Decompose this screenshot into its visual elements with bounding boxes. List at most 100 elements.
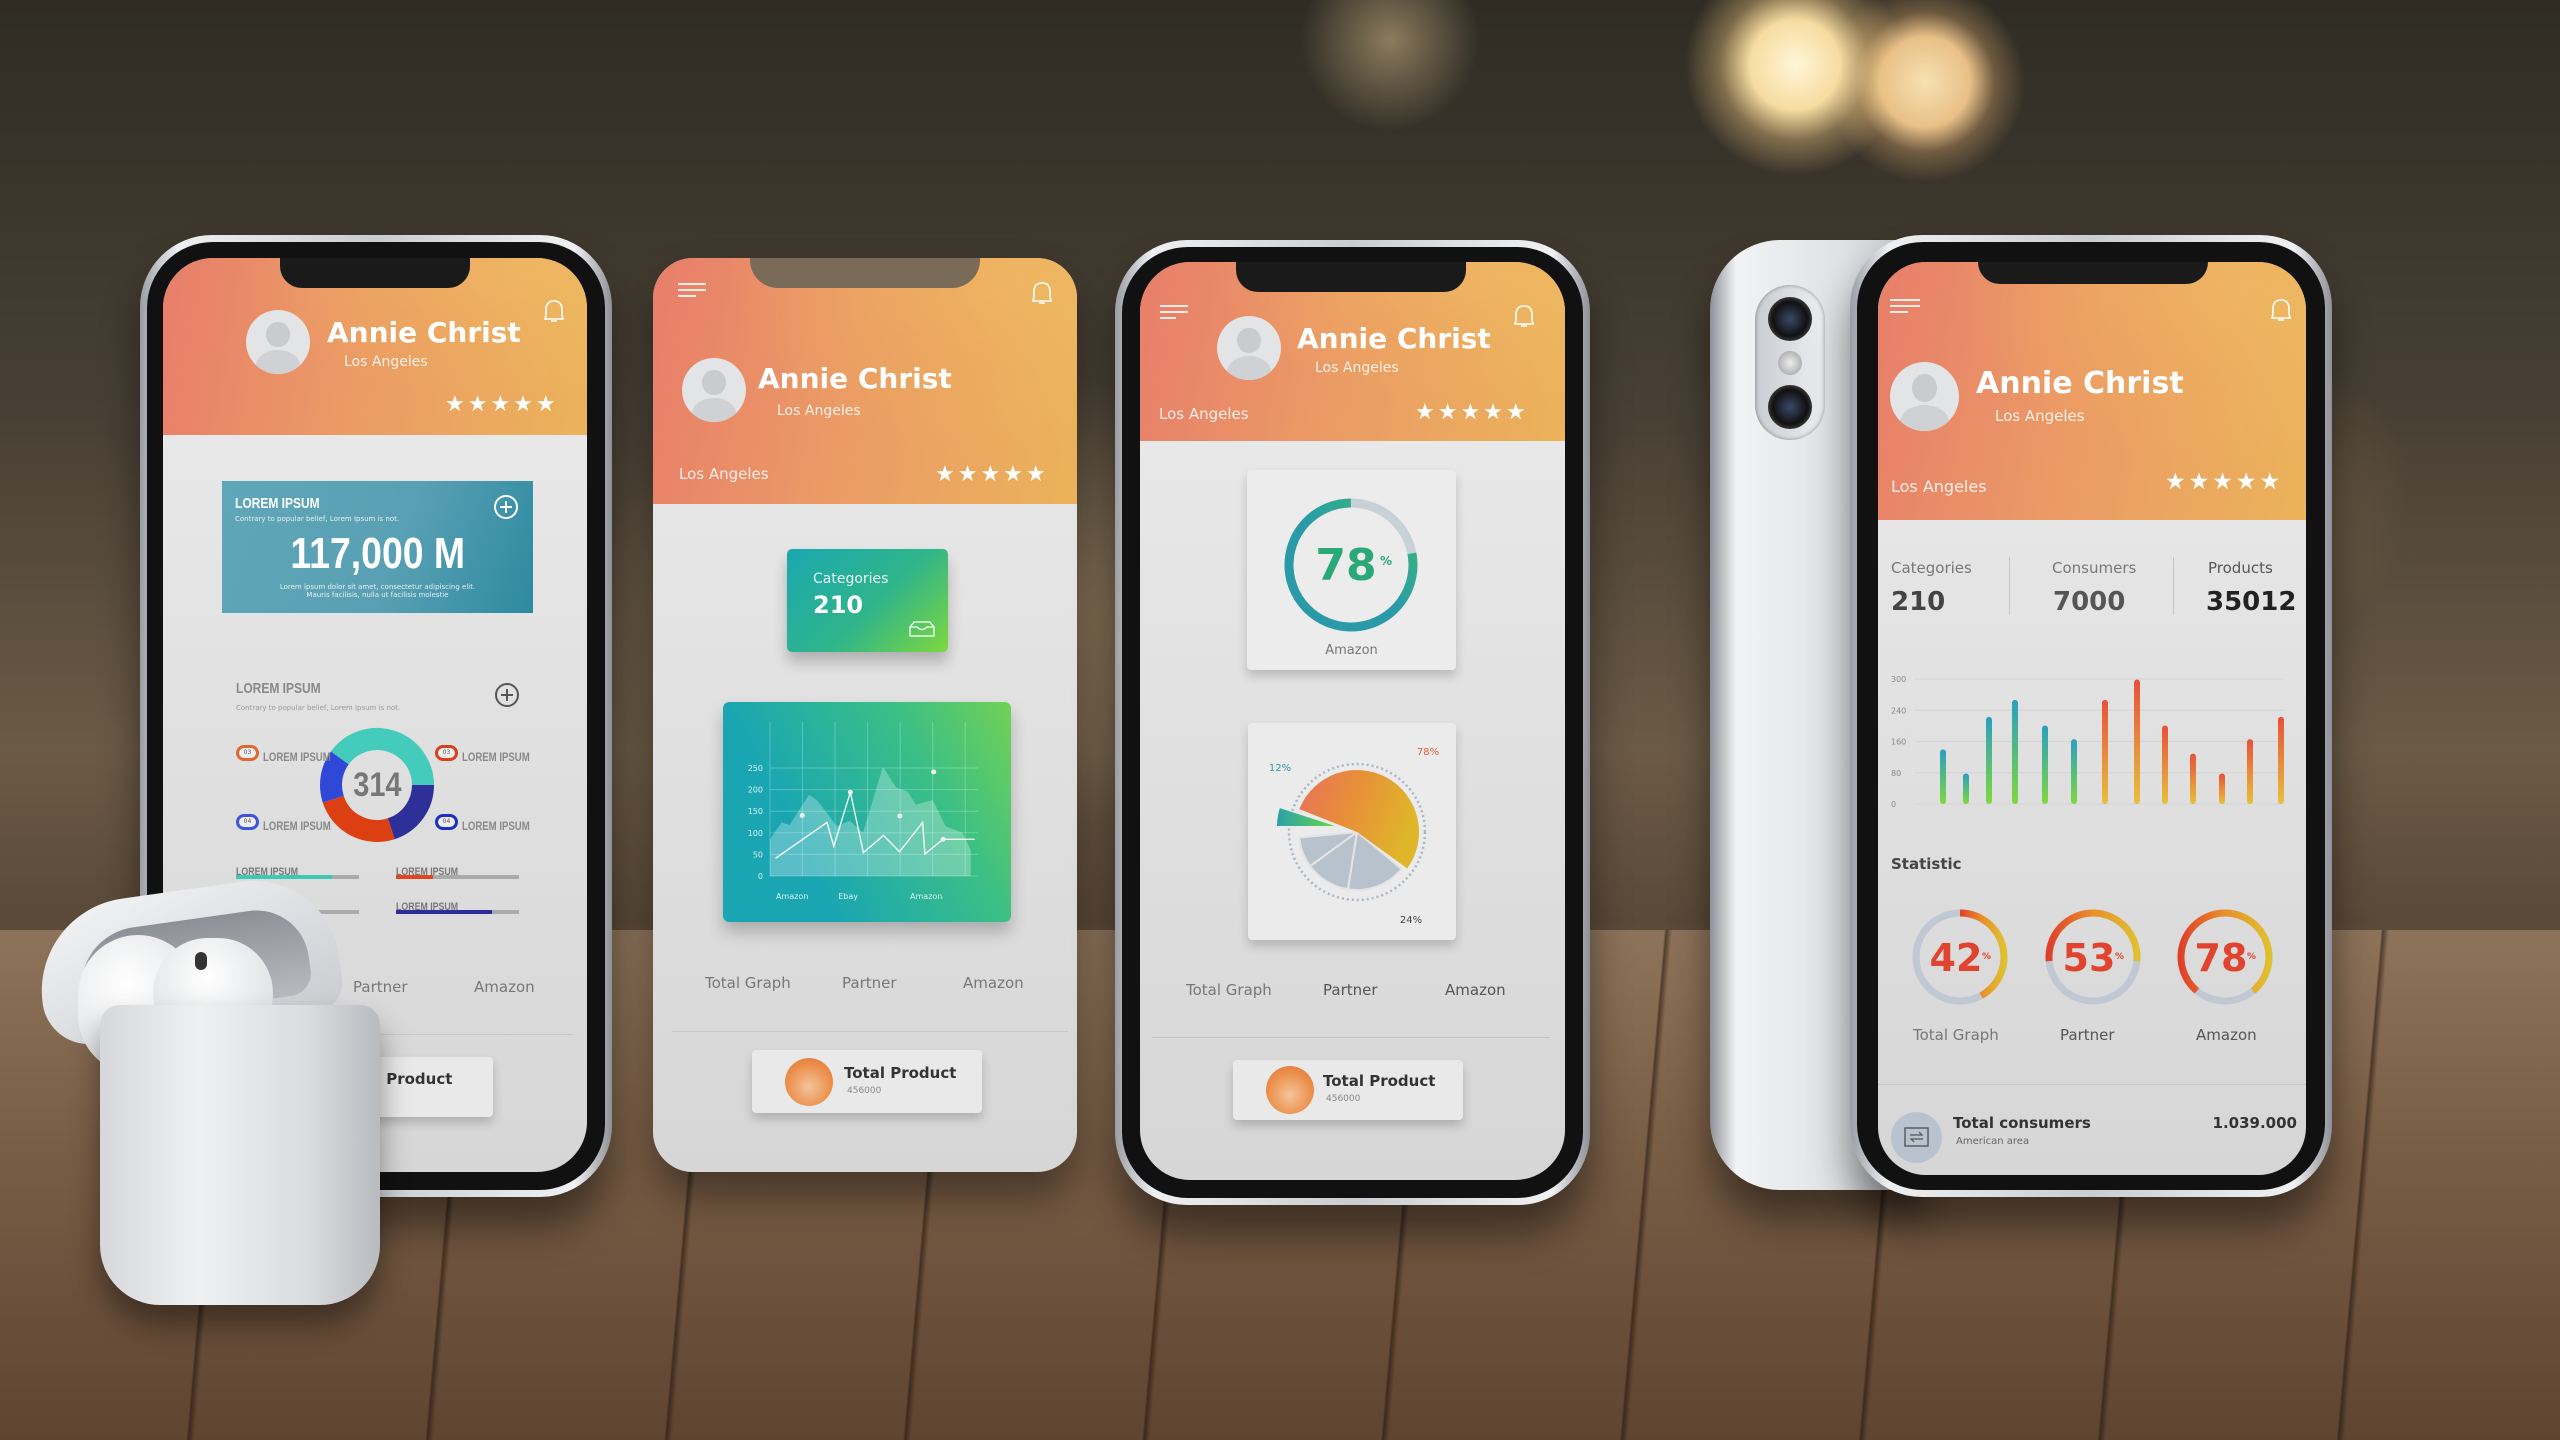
location-label: Los Angeles — [679, 465, 769, 483]
percent-sign: % — [2247, 952, 2256, 962]
user-name: Annie Christ — [758, 362, 952, 395]
stat-consumers-value: 7000 — [2053, 587, 2126, 617]
tab-partner[interactable]: Partner — [842, 974, 897, 992]
divider — [1152, 1037, 1550, 1038]
line-chart-card: 0 50 100 150 200 250 Amazon Ebay Amazon — [723, 702, 1011, 922]
bar — [2042, 725, 2048, 804]
bell-icon[interactable] — [1028, 279, 1056, 307]
card-title: LOREM IPSUM — [235, 495, 320, 512]
card-desc-1: Lorem ipsum dolor sit amet, consectetur … — [279, 583, 476, 591]
percent-sign: % — [1380, 554, 1392, 568]
footer-value: 1.039.000 — [2212, 1114, 2297, 1132]
add-icon[interactable] — [494, 682, 520, 708]
total-product-label: Total Product — [1323, 1072, 1436, 1090]
statistic-rings: 42% 53% 78% — [1912, 909, 2273, 1005]
total-product-value: 456000 — [847, 1086, 882, 1096]
notch — [750, 258, 980, 288]
consumers-icon — [1891, 1112, 1942, 1163]
add-icon[interactable] — [493, 494, 519, 520]
ring-value: 78 — [2195, 936, 2248, 980]
rating-stars: ★★★★★ — [445, 392, 559, 417]
ring-label-partner: Partner — [2060, 1026, 2115, 1044]
avatar[interactable] — [1890, 362, 1959, 431]
menu-icon[interactable] — [1890, 299, 1920, 313]
phone-4-screen: Annie Christ Los Angeles Los Angeles ★★★… — [1878, 262, 2306, 1175]
summary-card: LOREM IPSUM Contrary to popular belief, … — [222, 481, 533, 613]
percent-sign: % — [1982, 952, 1991, 962]
progress-bar — [396, 875, 519, 879]
phone-2-screen: Annie Christ Los Angeles Los Angeles ★★★… — [653, 258, 1077, 1172]
airpods-case-body — [100, 1005, 380, 1305]
flash-icon — [1778, 351, 1802, 375]
divider — [1878, 1084, 2306, 1085]
progress-fill — [396, 910, 492, 914]
total-product-card[interactable]: Total Product 456000 — [752, 1050, 982, 1113]
stat-products-label: Products — [2208, 559, 2273, 577]
user-name: Annie Christ — [1297, 322, 1491, 355]
user-city: Los Angeles — [1315, 360, 1399, 376]
card-subtitle: Contrary to popular belief, Lorem Ipsum … — [235, 515, 400, 523]
legend-badge: 04 — [435, 814, 458, 830]
categories-card[interactable]: Categories 210 — [787, 549, 948, 652]
total-product-card[interactable]: Total Product 456000 — [1233, 1060, 1463, 1120]
tab-total-graph[interactable]: Total Graph — [1186, 981, 1272, 999]
avatar[interactable] — [1217, 316, 1281, 380]
stat-categories-value: 210 — [1891, 587, 1946, 617]
avatar[interactable] — [246, 310, 310, 374]
tab-amazon[interactable]: Amazon — [474, 978, 535, 996]
notch — [1236, 262, 1466, 292]
pie-card[interactable]: 78% 12% 24% — [1248, 723, 1456, 940]
x-tick-label: Amazon — [776, 892, 808, 901]
tab-partner[interactable]: Partner — [1323, 981, 1378, 999]
gauge-chart: 78% — [1284, 498, 1418, 632]
progress-bar — [396, 910, 519, 914]
bar-chart: 0 80 160 240 300 — [1891, 675, 2284, 809]
bell-icon[interactable] — [540, 297, 568, 325]
data-point — [931, 769, 937, 775]
rating-stars: ★★★★★ — [935, 462, 1049, 487]
menu-icon[interactable] — [678, 283, 706, 297]
stat-consumers-label: Consumers — [2052, 559, 2137, 577]
user-name: Annie Christ — [327, 316, 521, 349]
bar — [2102, 699, 2108, 804]
bar — [2247, 739, 2253, 804]
percent-sign: % — [2115, 952, 2124, 962]
progress-fill — [396, 875, 433, 879]
bell-icon[interactable] — [1510, 302, 1538, 330]
bar — [1963, 773, 1969, 804]
bar — [2071, 739, 2077, 804]
bar — [1940, 749, 1946, 804]
pie-label: 78% — [1417, 747, 1439, 758]
menu-icon[interactable] — [1160, 305, 1188, 319]
ring-value: 42 — [1930, 936, 1983, 980]
stat-products-value: 35012 — [2206, 587, 2297, 617]
progress-fill — [236, 875, 332, 879]
tab-amazon[interactable]: Amazon — [1445, 981, 1506, 999]
bar — [2219, 773, 2225, 804]
stat-categories-label: Categories — [1891, 559, 1972, 577]
chart-background — [723, 702, 1011, 922]
location-label: Los Angeles — [1891, 477, 1987, 496]
user-city: Los Angeles — [1995, 407, 2085, 425]
y-tick-label: 0 — [758, 872, 763, 881]
y-tick-label: 50 — [753, 850, 763, 859]
tab-amazon[interactable]: Amazon — [963, 974, 1024, 992]
gauge-card[interactable]: 78% Amazon — [1247, 470, 1456, 670]
statistic-title: Statistic — [1891, 855, 1962, 873]
avatar[interactable] — [682, 358, 746, 422]
y-tick-label: 200 — [748, 786, 763, 795]
tab-total-graph[interactable]: Total Graph — [705, 974, 791, 992]
data-point — [799, 813, 805, 819]
y-tick-label: 100 — [748, 829, 763, 838]
total-product-value: 456000 — [1326, 1094, 1361, 1104]
gauge-value: 78 — [1315, 540, 1376, 591]
donut-center-value: 314 — [352, 766, 402, 804]
data-point — [847, 789, 853, 795]
pie-label: 24% — [1400, 915, 1422, 926]
fingerprint-icon — [1266, 1066, 1314, 1114]
gauge-label: Amazon — [1325, 643, 1378, 658]
bar — [2162, 725, 2168, 804]
data-point — [897, 813, 903, 819]
bell-icon[interactable] — [2267, 296, 2295, 324]
bar — [2012, 699, 2018, 804]
